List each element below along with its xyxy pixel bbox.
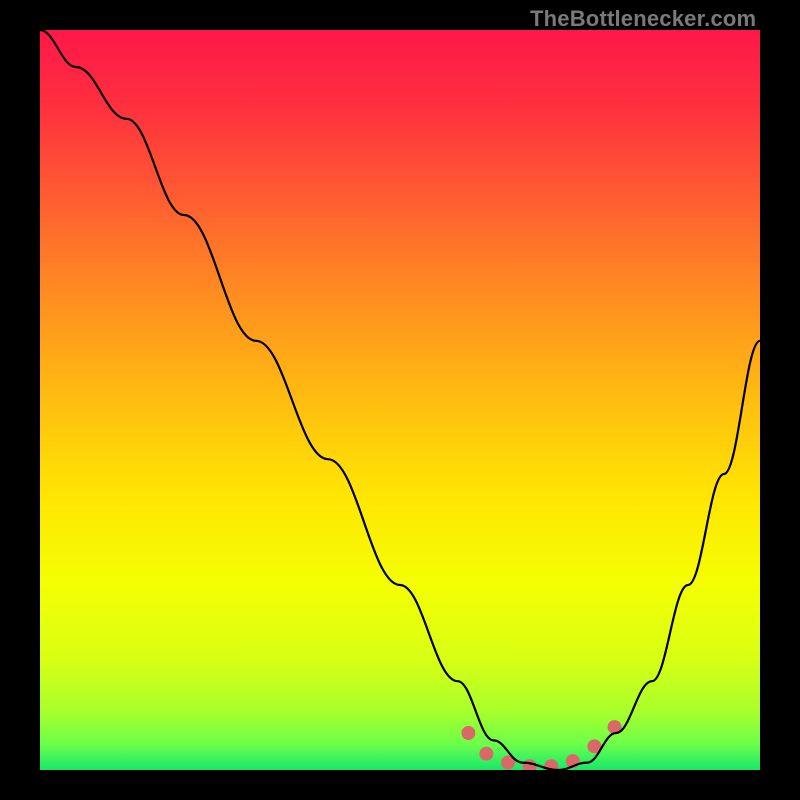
gradient-background xyxy=(40,30,760,770)
chart-svg xyxy=(40,30,760,770)
frame: TheBottlenecker.com xyxy=(0,0,800,800)
watermark-text: TheBottlenecker.com xyxy=(530,6,756,32)
plot-area xyxy=(40,30,760,770)
